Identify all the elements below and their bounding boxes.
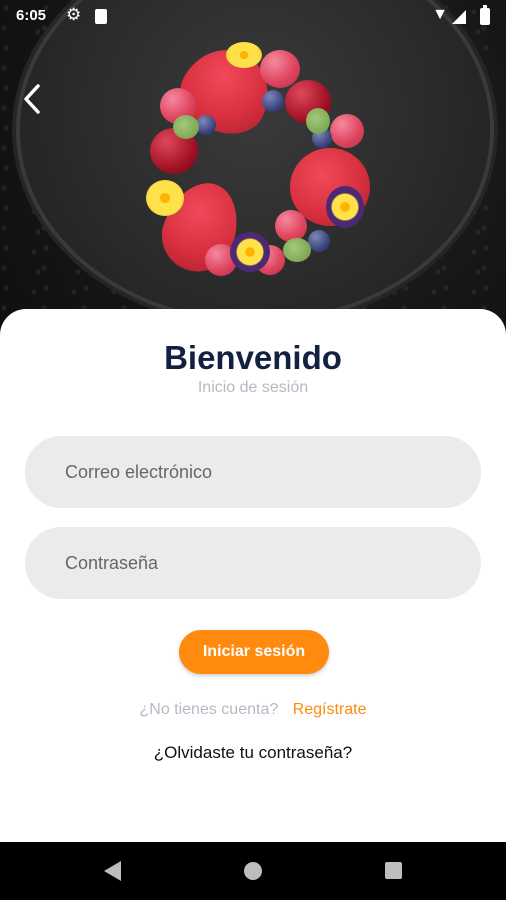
raspberry bbox=[330, 114, 364, 148]
signal-icon bbox=[452, 10, 466, 24]
nav-recents-icon[interactable] bbox=[385, 862, 402, 879]
register-link[interactable]: Regístrate bbox=[293, 701, 367, 718]
raspberry bbox=[260, 50, 300, 88]
battery-icon bbox=[480, 5, 490, 25]
password-field[interactable] bbox=[25, 527, 481, 599]
email-field[interactable] bbox=[25, 436, 481, 508]
wifi-icon: ▼ bbox=[432, 6, 448, 23]
flower-garnish bbox=[230, 232, 270, 272]
login-button[interactable]: Iniciar sesión bbox=[179, 630, 329, 674]
blueberry bbox=[196, 115, 216, 135]
flower-garnish bbox=[146, 180, 184, 216]
leaf-garnish bbox=[173, 115, 199, 139]
nav-home-icon[interactable] bbox=[244, 862, 262, 880]
nav-back-icon[interactable] bbox=[104, 861, 121, 881]
leaf-garnish bbox=[283, 238, 311, 262]
login-card: Bienvenido Inicio de sesión Iniciar sesi… bbox=[0, 309, 506, 842]
sd-card-icon bbox=[95, 9, 107, 24]
chevron-left-icon bbox=[24, 84, 40, 114]
leaf-garnish bbox=[306, 108, 330, 134]
no-account-text: ¿No tienes cuenta? bbox=[139, 701, 279, 718]
status-time: 6:05 bbox=[16, 7, 47, 24]
register-row: ¿No tienes cuenta? Regístrate bbox=[0, 701, 506, 719]
gear-icon: ⚙ bbox=[66, 5, 82, 24]
forgot-password-link[interactable]: ¿Olvidaste tu contraseña? bbox=[0, 743, 506, 763]
raspberry bbox=[275, 210, 307, 242]
flower-garnish bbox=[226, 42, 262, 68]
blueberry bbox=[308, 230, 330, 252]
hero-image bbox=[0, 0, 506, 335]
page-subtitle: Inicio de sesión bbox=[197, 379, 309, 396]
flower-garnish bbox=[326, 186, 364, 228]
status-bar: 6:05 ⚙ ▼ bbox=[0, 0, 506, 34]
back-button[interactable] bbox=[18, 82, 48, 116]
page-title: Bienvenido bbox=[164, 339, 342, 376]
navigation-bar bbox=[0, 842, 506, 900]
blueberry bbox=[262, 90, 284, 112]
